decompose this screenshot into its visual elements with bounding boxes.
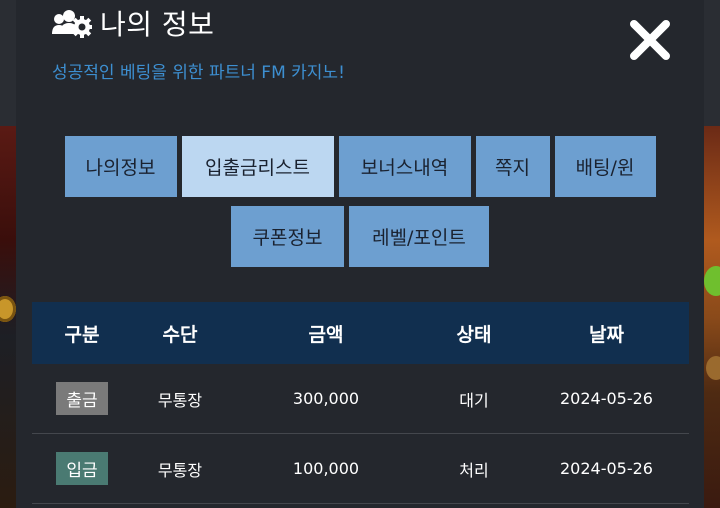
modal-title: 나의 정보 bbox=[100, 8, 215, 41]
tab-bar: 나의정보 입출금리스트 보너스내역 쪽지 배팅/윈 쿠폰정보 레벨/포인트 bbox=[16, 136, 704, 276]
modal-header: 나의 정보 bbox=[52, 6, 215, 41]
amount-cell: 100,000 bbox=[292, 459, 360, 478]
type-cell: 입금 bbox=[32, 452, 132, 485]
transaction-table: 구분 수단 금액 상태 날짜 출금 무통장 300,000 대기 2024-05… bbox=[32, 302, 689, 504]
method-cell: 무통장 bbox=[157, 390, 203, 410]
type-cell: 출금 bbox=[32, 382, 132, 415]
table-header: 구분 수단 금액 상태 날짜 bbox=[32, 302, 689, 364]
tab-row-2: 쿠폰정보 레벨/포인트 bbox=[16, 206, 704, 267]
status-cell: 대기 bbox=[459, 390, 489, 410]
status-cell: 처리 bbox=[459, 460, 489, 480]
background-art-right bbox=[704, 126, 720, 508]
amount-cell: 300,000 bbox=[292, 389, 360, 408]
column-header-amount: 금액 bbox=[308, 323, 344, 346]
gem-decoration bbox=[706, 356, 720, 380]
type-badge-deposit: 입금 bbox=[56, 452, 108, 485]
column-header-date: 날짜 bbox=[589, 323, 624, 346]
table-row: 입금 무통장 100,000 처리 2024-05-26 bbox=[32, 434, 689, 504]
coin-decoration bbox=[0, 296, 16, 322]
background-art-left bbox=[0, 126, 16, 508]
gem-decoration bbox=[704, 266, 720, 296]
method-cell: 무통장 bbox=[157, 460, 203, 480]
tab-messages[interactable]: 쪽지 bbox=[475, 136, 550, 197]
column-header-type: 구분 bbox=[64, 323, 100, 346]
table-row: 출금 무통장 300,000 대기 2024-05-26 bbox=[32, 364, 689, 434]
column-header-method: 수단 bbox=[162, 323, 198, 346]
tab-bonus-history[interactable]: 보너스내역 bbox=[338, 136, 471, 197]
my-info-modal: 나의 정보 성공적인 베팅을 위한 파트너 FM 카지노! 나의정보 입출금리스… bbox=[16, 0, 704, 508]
type-badge-withdraw: 출금 bbox=[56, 382, 108, 415]
close-icon[interactable] bbox=[628, 18, 672, 62]
date-cell: 2024-05-26 bbox=[560, 389, 653, 408]
date-cell: 2024-05-26 bbox=[560, 459, 653, 478]
modal-subtitle: 성공적인 베팅을 위한 파트너 FM 카지노! bbox=[52, 63, 345, 83]
tab-my-info[interactable]: 나의정보 bbox=[64, 136, 177, 197]
tab-coupon-info[interactable]: 쿠폰정보 bbox=[231, 206, 344, 267]
users-gear-icon bbox=[52, 10, 92, 38]
tab-row-1: 나의정보 입출금리스트 보너스내역 쪽지 배팅/윈 bbox=[16, 136, 704, 197]
tab-level-points[interactable]: 레벨/포인트 bbox=[349, 206, 489, 267]
column-header-status: 상태 bbox=[456, 323, 492, 346]
tab-deposit-withdraw-list[interactable]: 입출금리스트 bbox=[181, 136, 334, 197]
tab-betting-win[interactable]: 배팅/윈 bbox=[554, 136, 656, 197]
